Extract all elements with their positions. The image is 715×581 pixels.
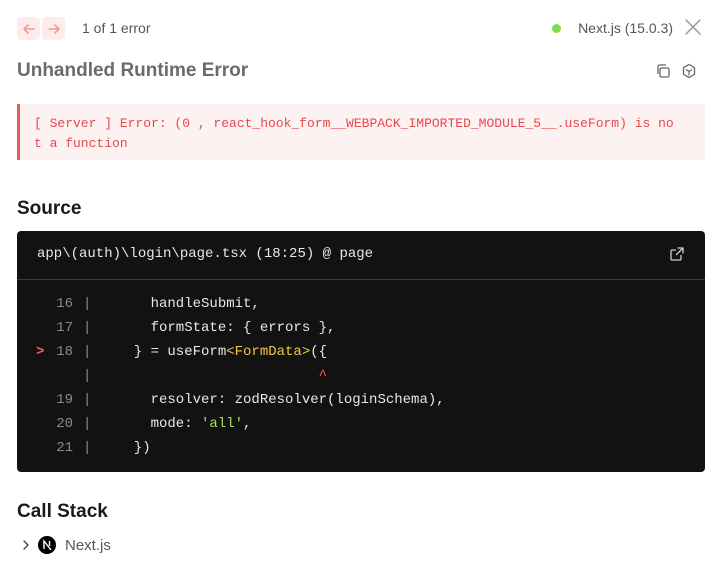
- nextjs-logo-icon: [38, 536, 56, 554]
- code-line: 20 | mode: 'all',: [17, 412, 705, 436]
- code-line: 19 | resolver: zodResolver(loginSchema),: [17, 388, 705, 412]
- line-number: 19: [56, 392, 73, 408]
- call-stack-heading: Call Stack: [17, 501, 108, 522]
- line-number: 18: [56, 344, 73, 360]
- previous-error-button[interactable]: [17, 17, 40, 40]
- copy-icon[interactable]: [655, 63, 671, 79]
- code-text: } = useForm<FormData>({: [117, 344, 328, 360]
- line-gutter: |: [83, 368, 92, 384]
- code-text: mode: 'all',: [117, 416, 252, 432]
- bug-report-icon[interactable]: [681, 63, 697, 79]
- title-actions: [655, 63, 697, 79]
- source-code-frame: app\(auth)\login\page.tsx (18:25) @ page…: [17, 231, 705, 472]
- code-frame-header: app\(auth)\login\page.tsx (18:25) @ page: [17, 231, 705, 280]
- arrow-right-icon: [47, 23, 60, 34]
- chevron-right-icon: [23, 540, 29, 550]
- code-line: 17 | formState: { errors },: [17, 316, 705, 340]
- code-line: 16 | handleSubmit,: [17, 292, 705, 316]
- line-gutter: |: [83, 344, 92, 360]
- error-count: 1 of 1 error: [82, 20, 151, 36]
- call-stack-item[interactable]: Next.js: [20, 536, 111, 554]
- external-link-icon[interactable]: [669, 246, 685, 262]
- code-line: | ^: [17, 364, 705, 388]
- code-text: resolver: zodResolver(loginSchema),: [117, 392, 445, 408]
- code-line: >18 | } = useForm<FormData>({: [17, 340, 705, 364]
- line-number: 20: [56, 416, 73, 432]
- line-number: 16: [56, 296, 73, 312]
- line-number: 17: [56, 320, 73, 336]
- overlay-header: 1 of 1 error Next.js (15.0.3): [0, 0, 715, 56]
- line-gutter: |: [83, 392, 92, 408]
- version-label: Next.js (15.0.3): [578, 20, 673, 36]
- code-text: formState: { errors },: [117, 320, 336, 336]
- line-gutter: |: [83, 416, 92, 432]
- error-pagination: [17, 17, 65, 40]
- code-text: ^: [117, 368, 328, 384]
- code-text: }): [117, 440, 151, 456]
- status-dot: [552, 23, 562, 33]
- error-overlay: 1 of 1 error Next.js (15.0.3) Unhandled …: [0, 0, 715, 581]
- arrow-left-icon: [22, 23, 35, 34]
- close-icon[interactable]: [684, 18, 702, 36]
- error-line-marker: >: [36, 344, 45, 360]
- line-gutter: |: [83, 320, 92, 336]
- line-gutter: |: [83, 440, 92, 456]
- line-number: 21: [56, 440, 73, 456]
- error-message: [ Server ] Error: (0 , react_hook_form__…: [17, 104, 705, 160]
- next-error-button[interactable]: [42, 17, 65, 40]
- line-gutter: |: [83, 296, 92, 312]
- code-text: handleSubmit,: [117, 296, 260, 312]
- code-lines: 16 | handleSubmit, 17 | formState: { errors…: [17, 292, 705, 460]
- source-heading: Source: [17, 198, 82, 219]
- code-line: 21 | }): [17, 436, 705, 460]
- source-file-link[interactable]: app\(auth)\login\page.tsx (18:25) @ page: [37, 246, 373, 262]
- page-title: Unhandled Runtime Error: [17, 60, 249, 81]
- call-stack-label: Next.js: [65, 536, 111, 554]
- nextjs-version: Next.js (15.0.3): [552, 20, 673, 36]
